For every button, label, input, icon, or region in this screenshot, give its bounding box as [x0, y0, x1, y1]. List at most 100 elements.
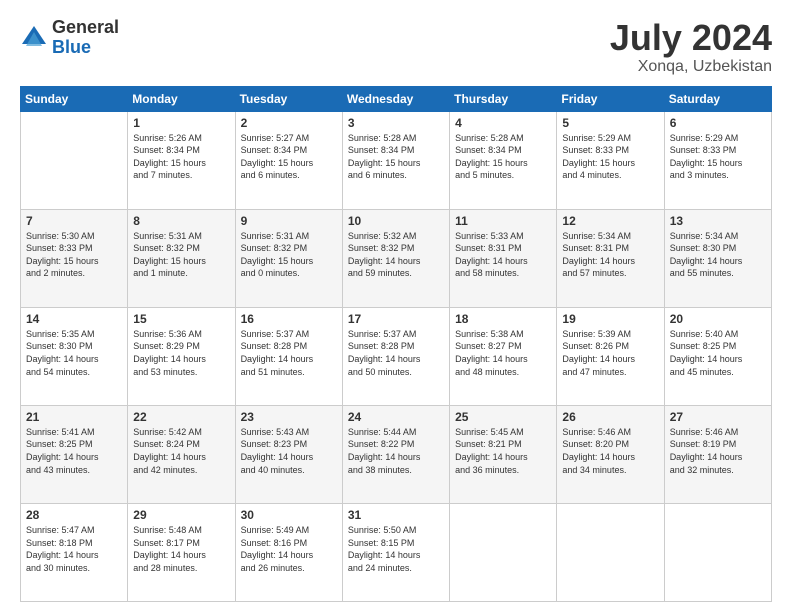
calendar-cell: 1Sunrise: 5:26 AM Sunset: 8:34 PM Daylig…: [128, 111, 235, 209]
calendar-cell: 19Sunrise: 5:39 AM Sunset: 8:26 PM Dayli…: [557, 307, 664, 405]
day-number: 31: [348, 508, 444, 522]
calendar-cell: 23 Sunrise: 5:43 AM Sunset: 8:23 PM Dayli…: [235, 405, 342, 503]
calendar-week-3: 14 Sunrise: 5:35 AM Sunset: 8:30 PM Dayli…: [21, 307, 772, 405]
day-info: Sunrise: 5:29 AM Sunset: 8:33 PM Dayligh…: [670, 132, 766, 182]
day-info: Sunrise: 5:48 AM Sunset: 8:17 PM Dayligh…: [133, 524, 229, 574]
calendar-cell: 24Sunrise: 5:44 AM Sunset: 8:22 PM Dayli…: [342, 405, 449, 503]
day-info: Sunrise: 5:35 AM Sunset: 8:30 PM Dayligh…: [26, 328, 122, 378]
day-number: 8: [133, 214, 229, 228]
day-info: Sunrise: 5:31 AM Sunset: 8:32 PM Dayligh…: [133, 230, 229, 280]
calendar-cell: 27 Sunrise: 5:46 AM Sunset: 8:19 PM Dayli…: [664, 405, 771, 503]
calendar-cell: 31 Sunrise: 5:50 AM Sunset: 8:15 PM Dayli…: [342, 503, 449, 601]
day-info: Sunrise: 5:50 AM Sunset: 8:15 PM Dayligh…: [348, 524, 444, 574]
day-number: 24: [348, 410, 444, 424]
calendar-header-row: Sunday Monday Tuesday Wednesday Thursday…: [21, 86, 772, 111]
col-sunday: Sunday: [21, 86, 128, 111]
day-number: 4: [455, 116, 551, 130]
calendar-cell: 28Sunrise: 5:47 AM Sunset: 8:18 PM Dayli…: [21, 503, 128, 601]
day-number: 15: [133, 312, 229, 326]
month-title: July 2024: [610, 18, 772, 58]
logo: General Blue: [20, 18, 119, 58]
day-info: Sunrise: 5:43 AM Sunset: 8:23 PM Dayligh…: [241, 426, 337, 476]
day-info: Sunrise: 5:30 AM Sunset: 8:33 PM Dayligh…: [26, 230, 122, 280]
col-friday: Friday: [557, 86, 664, 111]
day-info: Sunrise: 5:49 AM Sunset: 8:16 PM Dayligh…: [241, 524, 337, 574]
col-tuesday: Tuesday: [235, 86, 342, 111]
logo-text: General Blue: [52, 18, 119, 58]
day-number: 16: [241, 312, 337, 326]
day-number: 10: [348, 214, 444, 228]
day-info: Sunrise: 5:46 AM Sunset: 8:19 PM Dayligh…: [670, 426, 766, 476]
calendar-cell: 2 Sunrise: 5:27 AM Sunset: 8:34 PM Daylig…: [235, 111, 342, 209]
calendar-cell: 15 Sunrise: 5:36 AM Sunset: 8:29 PM Dayli…: [128, 307, 235, 405]
calendar-week-4: 21 Sunrise: 5:41 AM Sunset: 8:25 PM Dayli…: [21, 405, 772, 503]
day-info: Sunrise: 5:31 AM Sunset: 8:32 PM Dayligh…: [241, 230, 337, 280]
day-number: 23: [241, 410, 337, 424]
calendar-week-5: 28Sunrise: 5:47 AM Sunset: 8:18 PM Dayli…: [21, 503, 772, 601]
calendar-cell: 12 Sunrise: 5:34 AM Sunset: 8:31 PM Dayli…: [557, 209, 664, 307]
page: General Blue July 2024 Xonqa, Uzbekistan…: [0, 0, 792, 612]
calendar-cell: 26 Sunrise: 5:46 AM Sunset: 8:20 PM Dayli…: [557, 405, 664, 503]
calendar-cell: 14 Sunrise: 5:35 AM Sunset: 8:30 PM Dayli…: [21, 307, 128, 405]
title-section: July 2024 Xonqa, Uzbekistan: [610, 18, 772, 76]
day-number: 28: [26, 508, 122, 522]
logo-blue: Blue: [52, 38, 119, 58]
day-info: Sunrise: 5:40 AM Sunset: 8:25 PM Dayligh…: [670, 328, 766, 378]
calendar-cell: 18 Sunrise: 5:38 AM Sunset: 8:27 PM Dayli…: [450, 307, 557, 405]
calendar-cell: 7Sunrise: 5:30 AM Sunset: 8:33 PM Daylig…: [21, 209, 128, 307]
day-info: Sunrise: 5:33 AM Sunset: 8:31 PM Dayligh…: [455, 230, 551, 280]
day-info: Sunrise: 5:42 AM Sunset: 8:24 PM Dayligh…: [133, 426, 229, 476]
day-number: 9: [241, 214, 337, 228]
calendar-cell: [21, 111, 128, 209]
calendar-cell: 13Sunrise: 5:34 AM Sunset: 8:30 PM Dayli…: [664, 209, 771, 307]
day-number: 22: [133, 410, 229, 424]
day-info: Sunrise: 5:28 AM Sunset: 8:34 PM Dayligh…: [455, 132, 551, 182]
day-number: 21: [26, 410, 122, 424]
calendar-cell: 25Sunrise: 5:45 AM Sunset: 8:21 PM Dayli…: [450, 405, 557, 503]
calendar-cell: 29 Sunrise: 5:48 AM Sunset: 8:17 PM Dayli…: [128, 503, 235, 601]
header: General Blue July 2024 Xonqa, Uzbekistan: [20, 18, 772, 76]
calendar-cell: 20Sunrise: 5:40 AM Sunset: 8:25 PM Dayli…: [664, 307, 771, 405]
calendar-cell: 9 Sunrise: 5:31 AM Sunset: 8:32 PM Daylig…: [235, 209, 342, 307]
day-info: Sunrise: 5:29 AM Sunset: 8:33 PM Dayligh…: [562, 132, 658, 182]
day-info: Sunrise: 5:27 AM Sunset: 8:34 PM Dayligh…: [241, 132, 337, 182]
calendar-cell: 4 Sunrise: 5:28 AM Sunset: 8:34 PM Daylig…: [450, 111, 557, 209]
day-info: Sunrise: 5:28 AM Sunset: 8:34 PM Dayligh…: [348, 132, 444, 182]
day-number: 6: [670, 116, 766, 130]
day-number: 19: [562, 312, 658, 326]
calendar-cell: 16 Sunrise: 5:37 AM Sunset: 8:28 PM Dayli…: [235, 307, 342, 405]
day-info: Sunrise: 5:36 AM Sunset: 8:29 PM Dayligh…: [133, 328, 229, 378]
day-number: 18: [455, 312, 551, 326]
calendar-week-1: 1Sunrise: 5:26 AM Sunset: 8:34 PM Daylig…: [21, 111, 772, 209]
day-number: 5: [562, 116, 658, 130]
day-number: 12: [562, 214, 658, 228]
day-info: Sunrise: 5:46 AM Sunset: 8:20 PM Dayligh…: [562, 426, 658, 476]
calendar-cell: [557, 503, 664, 601]
calendar-cell: 6 Sunrise: 5:29 AM Sunset: 8:33 PM Daylig…: [664, 111, 771, 209]
calendar-table: Sunday Monday Tuesday Wednesday Thursday…: [20, 86, 772, 602]
logo-icon: [20, 24, 48, 52]
col-monday: Monday: [128, 86, 235, 111]
day-number: 2: [241, 116, 337, 130]
day-number: 11: [455, 214, 551, 228]
day-info: Sunrise: 5:37 AM Sunset: 8:28 PM Dayligh…: [348, 328, 444, 378]
day-info: Sunrise: 5:37 AM Sunset: 8:28 PM Dayligh…: [241, 328, 337, 378]
calendar-cell: 5 Sunrise: 5:29 AM Sunset: 8:33 PM Daylig…: [557, 111, 664, 209]
day-number: 3: [348, 116, 444, 130]
day-number: 30: [241, 508, 337, 522]
day-info: Sunrise: 5:38 AM Sunset: 8:27 PM Dayligh…: [455, 328, 551, 378]
day-number: 1: [133, 116, 229, 130]
day-number: 27: [670, 410, 766, 424]
day-info: Sunrise: 5:34 AM Sunset: 8:31 PM Dayligh…: [562, 230, 658, 280]
day-number: 14: [26, 312, 122, 326]
day-number: 29: [133, 508, 229, 522]
col-wednesday: Wednesday: [342, 86, 449, 111]
col-thursday: Thursday: [450, 86, 557, 111]
calendar-cell: 10Sunrise: 5:32 AM Sunset: 8:32 PM Dayli…: [342, 209, 449, 307]
day-number: 26: [562, 410, 658, 424]
logo-general: General: [52, 18, 119, 38]
calendar-cell: 17Sunrise: 5:37 AM Sunset: 8:28 PM Dayli…: [342, 307, 449, 405]
day-number: 25: [455, 410, 551, 424]
day-info: Sunrise: 5:34 AM Sunset: 8:30 PM Dayligh…: [670, 230, 766, 280]
day-info: Sunrise: 5:41 AM Sunset: 8:25 PM Dayligh…: [26, 426, 122, 476]
